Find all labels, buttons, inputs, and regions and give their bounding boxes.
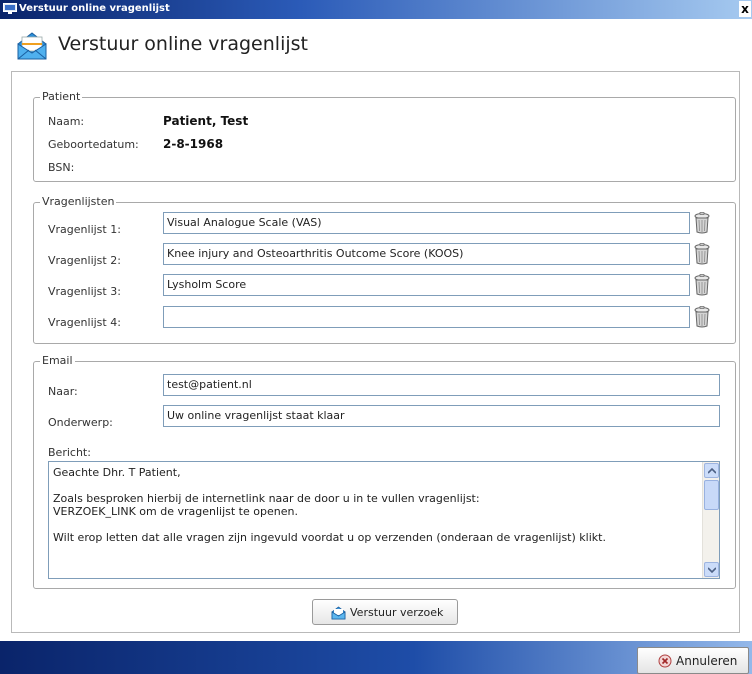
close-button[interactable]: x [739, 1, 751, 17]
message-line [53, 518, 703, 531]
cancel-icon [658, 654, 672, 668]
dob-label: Geboortedatum: [48, 138, 139, 151]
dialog-header: Verstuur online vragenlijst [0, 19, 752, 70]
patient-legend: Patient [40, 90, 83, 104]
questionnaire-field-4[interactable] [163, 306, 690, 328]
message-line: Geachte Dhr. T Patient, [53, 466, 181, 479]
window-titlebar: Verstuur online vragenlijst x [0, 0, 752, 19]
send-request-button[interactable]: Verstuur verzoek [312, 599, 458, 625]
trash-icon[interactable] [693, 243, 711, 265]
scroll-thumb[interactable] [704, 480, 719, 510]
message-line: Wilt erop letten dat alle vragen zijn in… [53, 531, 606, 544]
chevron-down-icon [708, 567, 716, 573]
email-legend: Email [40, 354, 75, 368]
message-scrollbar[interactable] [702, 462, 719, 578]
questionnaires-legend: Vragenlijsten [40, 195, 117, 209]
envelope-icon [331, 606, 346, 620]
trash-icon[interactable] [693, 306, 711, 328]
envelope-icon [17, 32, 47, 60]
message-line [53, 479, 703, 492]
cancel-label: Annuleren [676, 654, 738, 668]
subject-label: Onderwerp: [48, 416, 113, 429]
questionnaire-label-4: Vragenlijst 4: [48, 316, 121, 329]
message-line: VERZOEK_LINK om de vragenlijst te openen… [53, 505, 298, 518]
window-title: Verstuur online vragenlijst [19, 3, 170, 14]
subject-field[interactable]: Uw online vragenlijst staat klaar [163, 405, 720, 427]
message-label: Bericht: [48, 446, 91, 459]
monitor-icon [3, 3, 17, 14]
name-label: Naam: [48, 115, 85, 128]
questionnaire-field-2[interactable]: Knee injury and Osteoarthritis Outcome S… [163, 243, 690, 265]
trash-icon[interactable] [693, 212, 711, 234]
message-text: Geachte Dhr. T Patient, Zoals besproken … [53, 466, 703, 544]
message-textarea[interactable]: Geachte Dhr. T Patient, Zoals besproken … [48, 461, 720, 579]
dob-value: 2-8-1968 [163, 137, 224, 151]
questionnaire-label-2: Vragenlijst 2: [48, 254, 121, 267]
questionnaire-label-1: Vragenlijst 1: [48, 223, 121, 236]
to-label: Naar: [48, 385, 78, 398]
bsn-label: BSN: [48, 161, 75, 174]
trash-icon[interactable] [693, 274, 711, 296]
chevron-up-icon [708, 468, 716, 474]
cancel-button[interactable]: Annuleren [637, 647, 749, 674]
page-title: Verstuur online vragenlijst [58, 33, 308, 55]
questionnaire-label-3: Vragenlijst 3: [48, 285, 121, 298]
scroll-down-button[interactable] [704, 562, 719, 577]
message-line: Zoals besproken hierbij de internetlink … [53, 492, 480, 505]
to-field[interactable]: test@patient.nl [163, 374, 720, 396]
send-request-label: Verstuur verzoek [350, 606, 444, 619]
name-value: Patient, Test [163, 114, 249, 128]
scroll-up-button[interactable] [704, 463, 719, 478]
questionnaire-field-1[interactable]: Visual Analogue Scale (VAS) [163, 212, 690, 234]
questionnaire-field-3[interactable]: Lysholm Score [163, 274, 690, 296]
